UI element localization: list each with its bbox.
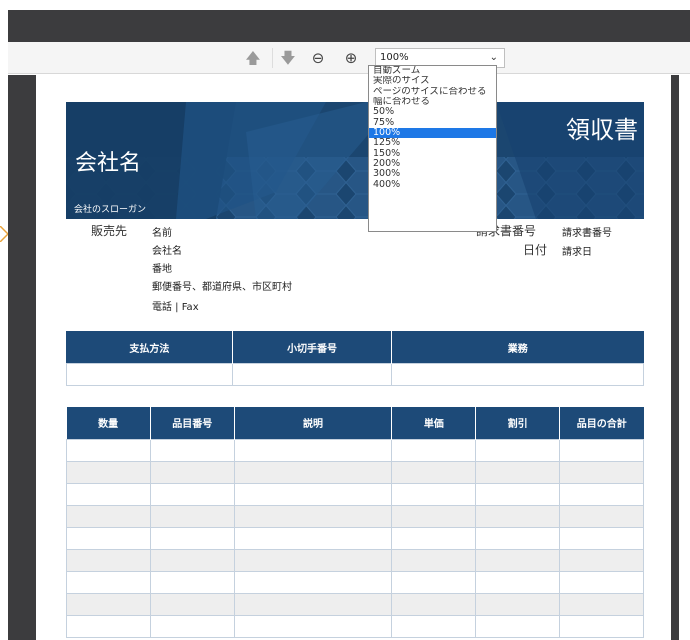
header-pattern [66, 102, 644, 219]
zoom-option[interactable]: ページのサイズに合わせる [369, 87, 496, 97]
zoom-option[interactable]: 100% [369, 128, 496, 139]
zoom-option[interactable]: 自動ズーム [369, 66, 496, 76]
zoom-option[interactable]: 400% [369, 180, 496, 190]
arrow-up-icon[interactable]: 🡅 [243, 48, 263, 68]
table-row [66, 614, 644, 638]
description-header: 説明 [233, 407, 392, 439]
zoom-option[interactable]: 実際のサイズ [369, 76, 496, 86]
browser-top-bar [8, 10, 690, 42]
zoom-option[interactable]: 125% [369, 138, 496, 148]
discount-header: 割引 [475, 407, 560, 439]
toolbar-divider [272, 48, 273, 68]
pdf-toolbar: 🡅 🡇 ⊖ ⊕ 100% ⌄ [8, 42, 690, 74]
table-row [66, 504, 644, 528]
zoom-option[interactable]: 200% [369, 159, 496, 169]
seller-company: 会社名 [152, 246, 182, 257]
chevron-right-icon[interactable] [0, 226, 8, 242]
table-row [66, 526, 644, 550]
items-table: 数量 品目番号 説明 単価 割引 品目の合計 [66, 407, 644, 638]
zoom-select-value: 100% [380, 52, 409, 63]
seller-label: 販売先 [91, 224, 128, 238]
table-row [66, 592, 644, 616]
table-row [66, 438, 644, 462]
seller-name: 名前 [152, 228, 172, 239]
table-row [66, 482, 644, 506]
document-page: 会社名 会社のスローガン 領収書 販売先 名前 会社名 番地 郵便番号、都道府県… [36, 75, 671, 640]
arrow-down-icon[interactable]: 🡇 [278, 48, 298, 68]
quantity-header: 数量 [66, 407, 151, 439]
payment-table: 支払方法 小切手番号 業務 [66, 331, 644, 386]
seller-phone-fax: 電話 | Fax [152, 302, 199, 313]
check-number-header: 小切手番号 [231, 331, 392, 364]
item-number-header: 品目番号 [149, 407, 235, 439]
table-row [66, 460, 644, 484]
zoom-in-icon[interactable]: ⊕ [341, 48, 361, 68]
date-label: 日付 [523, 243, 548, 257]
unit-price-header: 単価 [391, 407, 476, 439]
date-value: 請求日 [562, 247, 592, 258]
zoom-out-icon[interactable]: ⊖ [308, 48, 328, 68]
zoom-option[interactable]: 50% [369, 107, 496, 117]
table-row [66, 363, 644, 386]
viewer-right-edge [679, 75, 690, 640]
seller-street: 番地 [152, 264, 172, 275]
zoom-option[interactable]: 75% [369, 118, 496, 128]
zoom-dropdown-list: 自動ズーム 実際のサイズ ページのサイズに合わせる 幅に合わせる 50% 75% 100% 1… [368, 65, 497, 232]
zoom-option[interactable]: 幅に合わせる [369, 97, 496, 107]
zoom-option[interactable]: 300% [369, 169, 496, 179]
table-row [66, 548, 644, 572]
job-header: 業務 [391, 331, 644, 364]
zoom-option[interactable]: 150% [369, 149, 496, 159]
line-total-header: 品目の合計 [559, 407, 644, 439]
company-slogan: 会社のスローガン [74, 205, 147, 215]
company-name: 会社名 [75, 151, 142, 176]
invoice-number-value: 請求書番号 [562, 228, 612, 239]
table-row [66, 570, 644, 594]
payment-method-header: 支払方法 [66, 331, 233, 364]
receipt-header-banner: 会社名 会社のスローガン 領収書 [66, 102, 644, 219]
seller-postal: 郵便番号、都道府県、市区町村 [152, 282, 292, 293]
receipt-title: 領収書 [566, 116, 638, 144]
